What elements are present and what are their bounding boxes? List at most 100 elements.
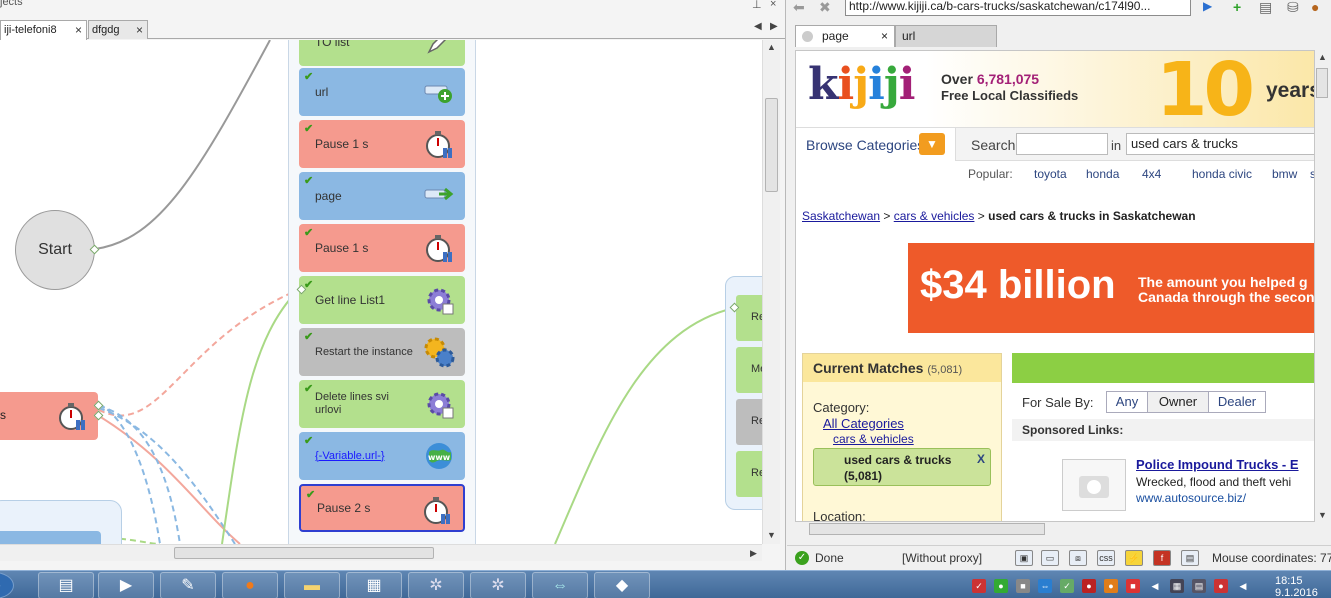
canvas-vertical-scrollbar[interactable]: ▲ ▼ [762,40,780,544]
popular-link[interactable]: toyota [1034,167,1067,181]
promo-banner[interactable]: $34 billion The amount you helped g Cana… [908,243,1314,333]
add-icon[interactable]: + [1233,0,1241,15]
script-toggle-icon[interactable]: ⚡ [1125,550,1143,566]
display-icon[interactable]: ▤ [1192,579,1206,593]
popular-link[interactable]: honda [1086,167,1119,181]
tray-icon[interactable]: ■ [1016,579,1030,593]
power-icon[interactable]: ● [1214,579,1228,593]
tray-icon[interactable]: ✓ [972,579,986,593]
canvas-horizontal-scrollbar[interactable]: ▶ [0,544,762,561]
kijiji-logo[interactable]: kijiji [808,59,915,110]
scroll-thumb[interactable] [174,547,434,559]
go-icon[interactable]: ▶ [1203,0,1212,13]
pause-block-left[interactable]: s [0,392,98,440]
taskbar-app2-icon[interactable]: ✲ [470,572,526,598]
address-field[interactable]: http://www.kijiji.ca/b-cars-trucks/saska… [845,0,1191,16]
stop-icon[interactable]: ✖ [819,0,831,16]
flow-block[interactable]: ✔ Restart the instance [299,328,465,376]
scroll-thumb[interactable] [765,98,778,192]
image-toggle-icon[interactable]: ▣ [1015,550,1033,566]
tab-scroll-left-icon[interactable]: ◀ [754,21,762,32]
scroll-up-icon[interactable]: ▲ [767,42,776,52]
seller-owner-button[interactable]: Owner [1147,391,1209,413]
flow-canvas[interactable]: Start s ✔TO list✔url✔Pause 1 s✔page✔Paus… [0,40,762,544]
taskbar-firefox-icon[interactable]: ● [222,572,278,598]
taskbar-notepad-icon[interactable]: ▤ [38,572,94,598]
start-node[interactable]: Start [15,210,95,290]
flash-toggle-icon[interactable]: f [1153,550,1171,566]
right-block-4[interactable]: Re [736,451,762,497]
breadcrumb-province-link[interactable]: Saskatchewan [802,209,880,223]
ad-url[interactable]: www.autosource.biz/ [1136,491,1246,505]
tray-icon[interactable]: ● [1082,579,1096,593]
tray-icon[interactable]: ✓ [1060,579,1074,593]
scroll-down-icon[interactable]: ▼ [767,530,776,540]
taskbar-app-icon[interactable]: ✲ [408,572,464,598]
popup-toggle-icon[interactable]: ⧈ [1069,550,1087,566]
page-icon[interactable]: ▤ [1259,0,1272,16]
back-icon[interactable]: ⬅ [793,0,805,16]
popular-link[interactable]: honda civic [1192,167,1252,181]
tab-dfgdg[interactable]: dfgdg × [88,20,148,39]
tab-page[interactable]: page × [795,25,895,47]
scroll-down-icon[interactable]: ▼ [1318,510,1327,520]
ad-thumbnail[interactable] [1062,459,1126,511]
tab-url[interactable]: url [895,25,997,47]
close-tab-icon[interactable]: × [881,26,888,47]
browse-categories-button[interactable]: Browse Categories ▼ [796,128,956,161]
breadcrumb-category-link[interactable]: cars & vehicles [894,209,975,223]
seller-dealer-button[interactable]: Dealer [1208,391,1266,413]
flow-block[interactable]: ✔ Pause 1 s [299,224,465,272]
seller-any-button[interactable]: Any [1106,391,1148,413]
speaker-icon[interactable]: ◀ [1236,579,1250,593]
flow-block[interactable]: ✔ url [299,68,465,116]
database-icon[interactable]: ⛁ [1287,0,1299,16]
flow-block[interactable]: ✔ {-Variable.url-} www [299,432,465,480]
flow-block[interactable]: ✔ page [299,172,465,220]
taskbar-teamviewer-icon[interactable]: ⇔ [532,572,588,598]
flow-block[interactable]: ✔ Pause 1 s [299,120,465,168]
category-query-field[interactable]: used cars & trucks [1126,133,1314,155]
close-tab-icon[interactable]: × [136,21,143,39]
right-block-2[interactable]: Me [736,347,762,393]
taskbar-media-icon[interactable]: ▶ [98,572,154,598]
proxy-status[interactable]: [Without proxy] [902,551,982,565]
volume-icon[interactable]: ◀ [1148,579,1162,593]
popular-link[interactable]: bmw [1272,167,1297,181]
css-toggle-icon[interactable]: css [1097,550,1115,566]
page-vertical-scrollbar[interactable]: ▲ ▼ [1315,50,1329,522]
scroll-thumb[interactable] [1316,68,1328,98]
tab-telefoni8[interactable]: iji-telefoni8 × [0,20,87,40]
popular-link[interactable]: 4x4 [1142,167,1161,181]
tab-scroll-right-icon[interactable]: ▶ [770,21,778,32]
flow-block[interactable]: ✔ Delete lines svi urlovi [299,380,465,428]
right-block-1[interactable]: Re [736,295,762,341]
pin-icon[interactable]: ⊥ [752,0,762,11]
cars-vehicles-link[interactable]: cars & vehicles [833,432,914,446]
taskbar-tool-icon[interactable]: ◆ [594,572,650,598]
clock[interactable]: 18:15 9.1.2016 [1275,575,1318,598]
network-icon[interactable]: ▦ [1170,579,1184,593]
frame-toggle-icon[interactable]: ▭ [1041,550,1059,566]
right-block-3[interactable]: Re [736,399,762,445]
tray-icon[interactable]: ■ [1126,579,1140,593]
tray-icon[interactable]: ● [1104,579,1118,593]
close-panel-icon[interactable]: × [770,0,776,10]
tray-icon[interactable]: ⇔ [1038,579,1052,593]
scroll-right-icon[interactable]: ▶ [750,548,757,559]
close-tab-icon[interactable]: × [75,21,82,39]
remove-filter-button[interactable]: X [977,452,985,466]
cookie-icon[interactable]: ● [1311,0,1319,15]
all-categories-link[interactable]: All Categories [823,416,904,431]
scroll-thumb[interactable] [809,523,1045,535]
taskbar-calculator-icon[interactable]: ▦ [346,572,402,598]
flow-block[interactable]: ✔ Get line List1 [299,276,465,324]
taskbar-explorer-icon[interactable]: ▬ [284,572,340,598]
page-horizontal-scrollbar[interactable] [795,522,1315,536]
left-group-block[interactable] [0,531,101,544]
flow-block[interactable]: ✔TO list [299,40,465,66]
screen-icon[interactable]: ▤ [1181,550,1199,566]
tray-icon[interactable]: ● [994,579,1008,593]
flow-block[interactable]: ✔ Pause 2 s [299,484,465,532]
ad-title-link[interactable]: Police Impound Trucks - E [1136,457,1299,472]
